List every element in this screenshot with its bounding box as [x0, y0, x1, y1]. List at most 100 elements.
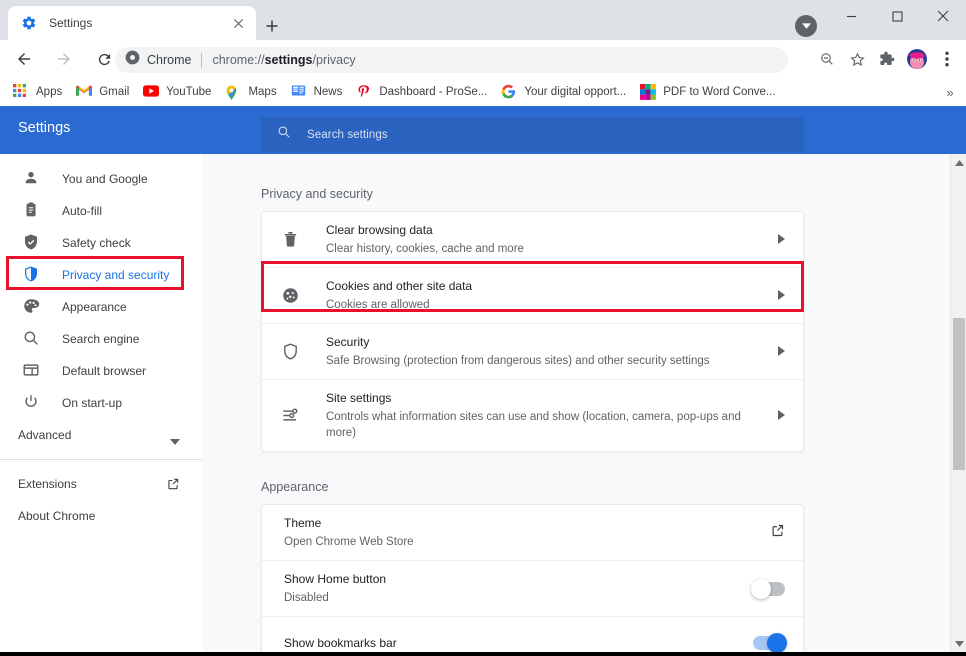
chevron-right-icon[interactable] — [778, 407, 785, 425]
chevron-right-icon[interactable] — [778, 231, 785, 249]
sidebar-item-appearance[interactable]: Appearance — [0, 291, 202, 323]
sliders-icon — [280, 406, 300, 426]
omnibox-url: chrome://settings/privacy — [212, 53, 355, 67]
search-placeholder: Search settings — [307, 129, 388, 141]
sidebar-item-label: Privacy and security — [62, 268, 169, 282]
sidebar-item-label: Safety check — [62, 236, 131, 250]
external-link-icon — [166, 477, 180, 491]
avatar[interactable] — [902, 44, 932, 74]
toggle-switch[interactable] — [753, 582, 785, 596]
extensions-label: Extensions — [18, 477, 77, 491]
bookmark-item[interactable]: Apps — [6, 81, 69, 103]
bookmarks-bar: Apps Gmail YouTube MapsNewsDashboard - ProS… — [0, 78, 966, 106]
row-title: Show Home button — [284, 571, 753, 587]
sidebar-item-advanced[interactable]: Advanced — [0, 419, 202, 451]
google-g-icon — [501, 84, 517, 100]
bookmark-label: Your digital opport... — [524, 86, 626, 98]
settings-card: ThemeOpen Chrome Web Store Show Home butt… — [261, 504, 804, 656]
forward-arrow-icon[interactable] — [48, 43, 80, 75]
profile-caret-icon[interactable] — [795, 15, 817, 37]
bookmark-item[interactable]: PDF to Word Conve... — [633, 81, 782, 103]
sidebar-item-about-chrome[interactable]: About Chrome — [0, 500, 202, 532]
sidebar-divider — [0, 459, 202, 460]
sidebar-item-auto-fill[interactable]: Auto-fill — [0, 195, 202, 227]
row-text: Site settingsControls what information s… — [326, 390, 766, 441]
chevron-right-icon[interactable] — [778, 287, 785, 305]
row-text: Security Safe Browsing (protection from d… — [326, 334, 766, 369]
settings-row[interactable]: Show bookmarks bar — [262, 617, 803, 656]
three-dot-menu-icon[interactable] — [932, 44, 962, 74]
magnifier-icon — [22, 329, 42, 349]
omnibox-divider — [201, 53, 202, 68]
bookmark-label: Apps — [36, 86, 62, 98]
maximize-button[interactable] — [874, 0, 920, 32]
colorful-squares-icon — [640, 84, 656, 100]
row-text: Show bookmarks bar — [284, 635, 753, 651]
url-suffix: /privacy — [313, 53, 356, 67]
browser-window-icon — [22, 361, 42, 381]
row-text: Clear browsing dataClear history, cookie… — [326, 222, 766, 257]
zoom-out-magnifier-icon[interactable] — [812, 44, 842, 74]
sidebar-item-extensions[interactable]: Extensions — [0, 468, 202, 500]
row-title: Theme — [284, 515, 758, 531]
sidebar-item-privacy-and-security[interactable]: Privacy and security — [0, 259, 202, 291]
puzzle-piece-icon[interactable] — [872, 44, 902, 74]
browser-tab-settings[interactable]: Settings — [8, 6, 256, 40]
url-prefix: chrome:// — [212, 53, 264, 67]
tab-strip: Settings — [0, 0, 966, 40]
clipboard-icon — [22, 201, 42, 221]
address-bar[interactable]: Chrome chrome://settings/privacy — [115, 47, 788, 73]
settings-row[interactable]: Cookies and other site dataCookies are a… — [262, 268, 803, 324]
settings-row[interactable]: Site settingsControls what information s… — [262, 380, 803, 451]
search-settings-input[interactable]: Search settings — [261, 117, 804, 152]
close-tab-icon[interactable] — [230, 15, 246, 31]
bookmark-label: YouTube — [166, 86, 211, 98]
settings-row[interactable]: Clear browsing dataClear history, cookie… — [262, 212, 803, 268]
chrome-logo-icon — [125, 50, 140, 70]
external-link-icon[interactable] — [770, 523, 785, 543]
close-window-button[interactable] — [920, 0, 966, 32]
search-icon — [277, 125, 291, 144]
section-title: Appearance — [261, 480, 328, 494]
toggle-switch[interactable] — [753, 636, 785, 650]
row-subtitle: Safe Browsing (protection from dangerous… — [326, 353, 766, 369]
chevron-down-icon — [170, 432, 180, 450]
minimize-button[interactable] — [828, 0, 874, 32]
url-bold-segment: settings — [265, 53, 313, 67]
chevron-right-icon[interactable] — [778, 343, 785, 361]
sidebar-item-on-start-up[interactable]: On start-up — [0, 387, 202, 419]
settings-row[interactable]: Show Home button Disabled — [262, 561, 803, 617]
row-text: Cookies and other site dataCookies are a… — [326, 278, 766, 313]
bookmark-item[interactable]: YouTube — [136, 81, 218, 103]
sidebar-item-search-engine[interactable]: Search engine — [0, 323, 202, 355]
sidebar-item-default-browser[interactable]: Default browser — [0, 355, 202, 387]
scroll-down-arrow-icon[interactable] — [951, 635, 966, 652]
sidebar-item-label: You and Google — [62, 172, 148, 186]
sidebar-item-safety-check[interactable]: Safety check — [0, 227, 202, 259]
shield-outline-icon — [280, 342, 300, 362]
sidebar-item-you-and-google[interactable]: You and Google — [0, 163, 202, 195]
bookmarks-overflow-button[interactable]: » — [940, 83, 960, 101]
bookmark-label: PDF to Word Conve... — [663, 86, 775, 98]
row-title: Clear browsing data — [326, 222, 766, 238]
bookmark-item[interactable]: News — [284, 81, 350, 103]
power-icon — [22, 393, 42, 413]
gmail-icon — [76, 84, 92, 100]
row-title: Security — [326, 334, 766, 350]
row-text: Show Home button Disabled — [284, 571, 753, 606]
bookmark-item[interactable]: Gmail — [69, 81, 136, 103]
back-arrow-icon[interactable] — [8, 43, 40, 75]
scroll-thumb[interactable] — [953, 318, 965, 470]
row-subtitle: Disabled — [284, 590, 753, 606]
scroll-up-arrow-icon[interactable] — [951, 154, 966, 171]
new-tab-button[interactable] — [258, 12, 286, 40]
row-title: Show bookmarks bar — [284, 635, 753, 651]
scrollbar[interactable] — [950, 154, 966, 656]
bookmark-item[interactable]: Maps — [218, 81, 283, 103]
settings-row[interactable]: Security Safe Browsing (protection from d… — [262, 324, 803, 380]
bookmark-item[interactable]: Dashboard - ProSe... — [349, 81, 494, 103]
settings-row[interactable]: ThemeOpen Chrome Web Store — [262, 505, 803, 561]
bookmark-item[interactable]: Your digital opport... — [494, 81, 633, 103]
chrome-browser-window: Settings — [0, 0, 966, 656]
star-icon[interactable] — [842, 44, 872, 74]
